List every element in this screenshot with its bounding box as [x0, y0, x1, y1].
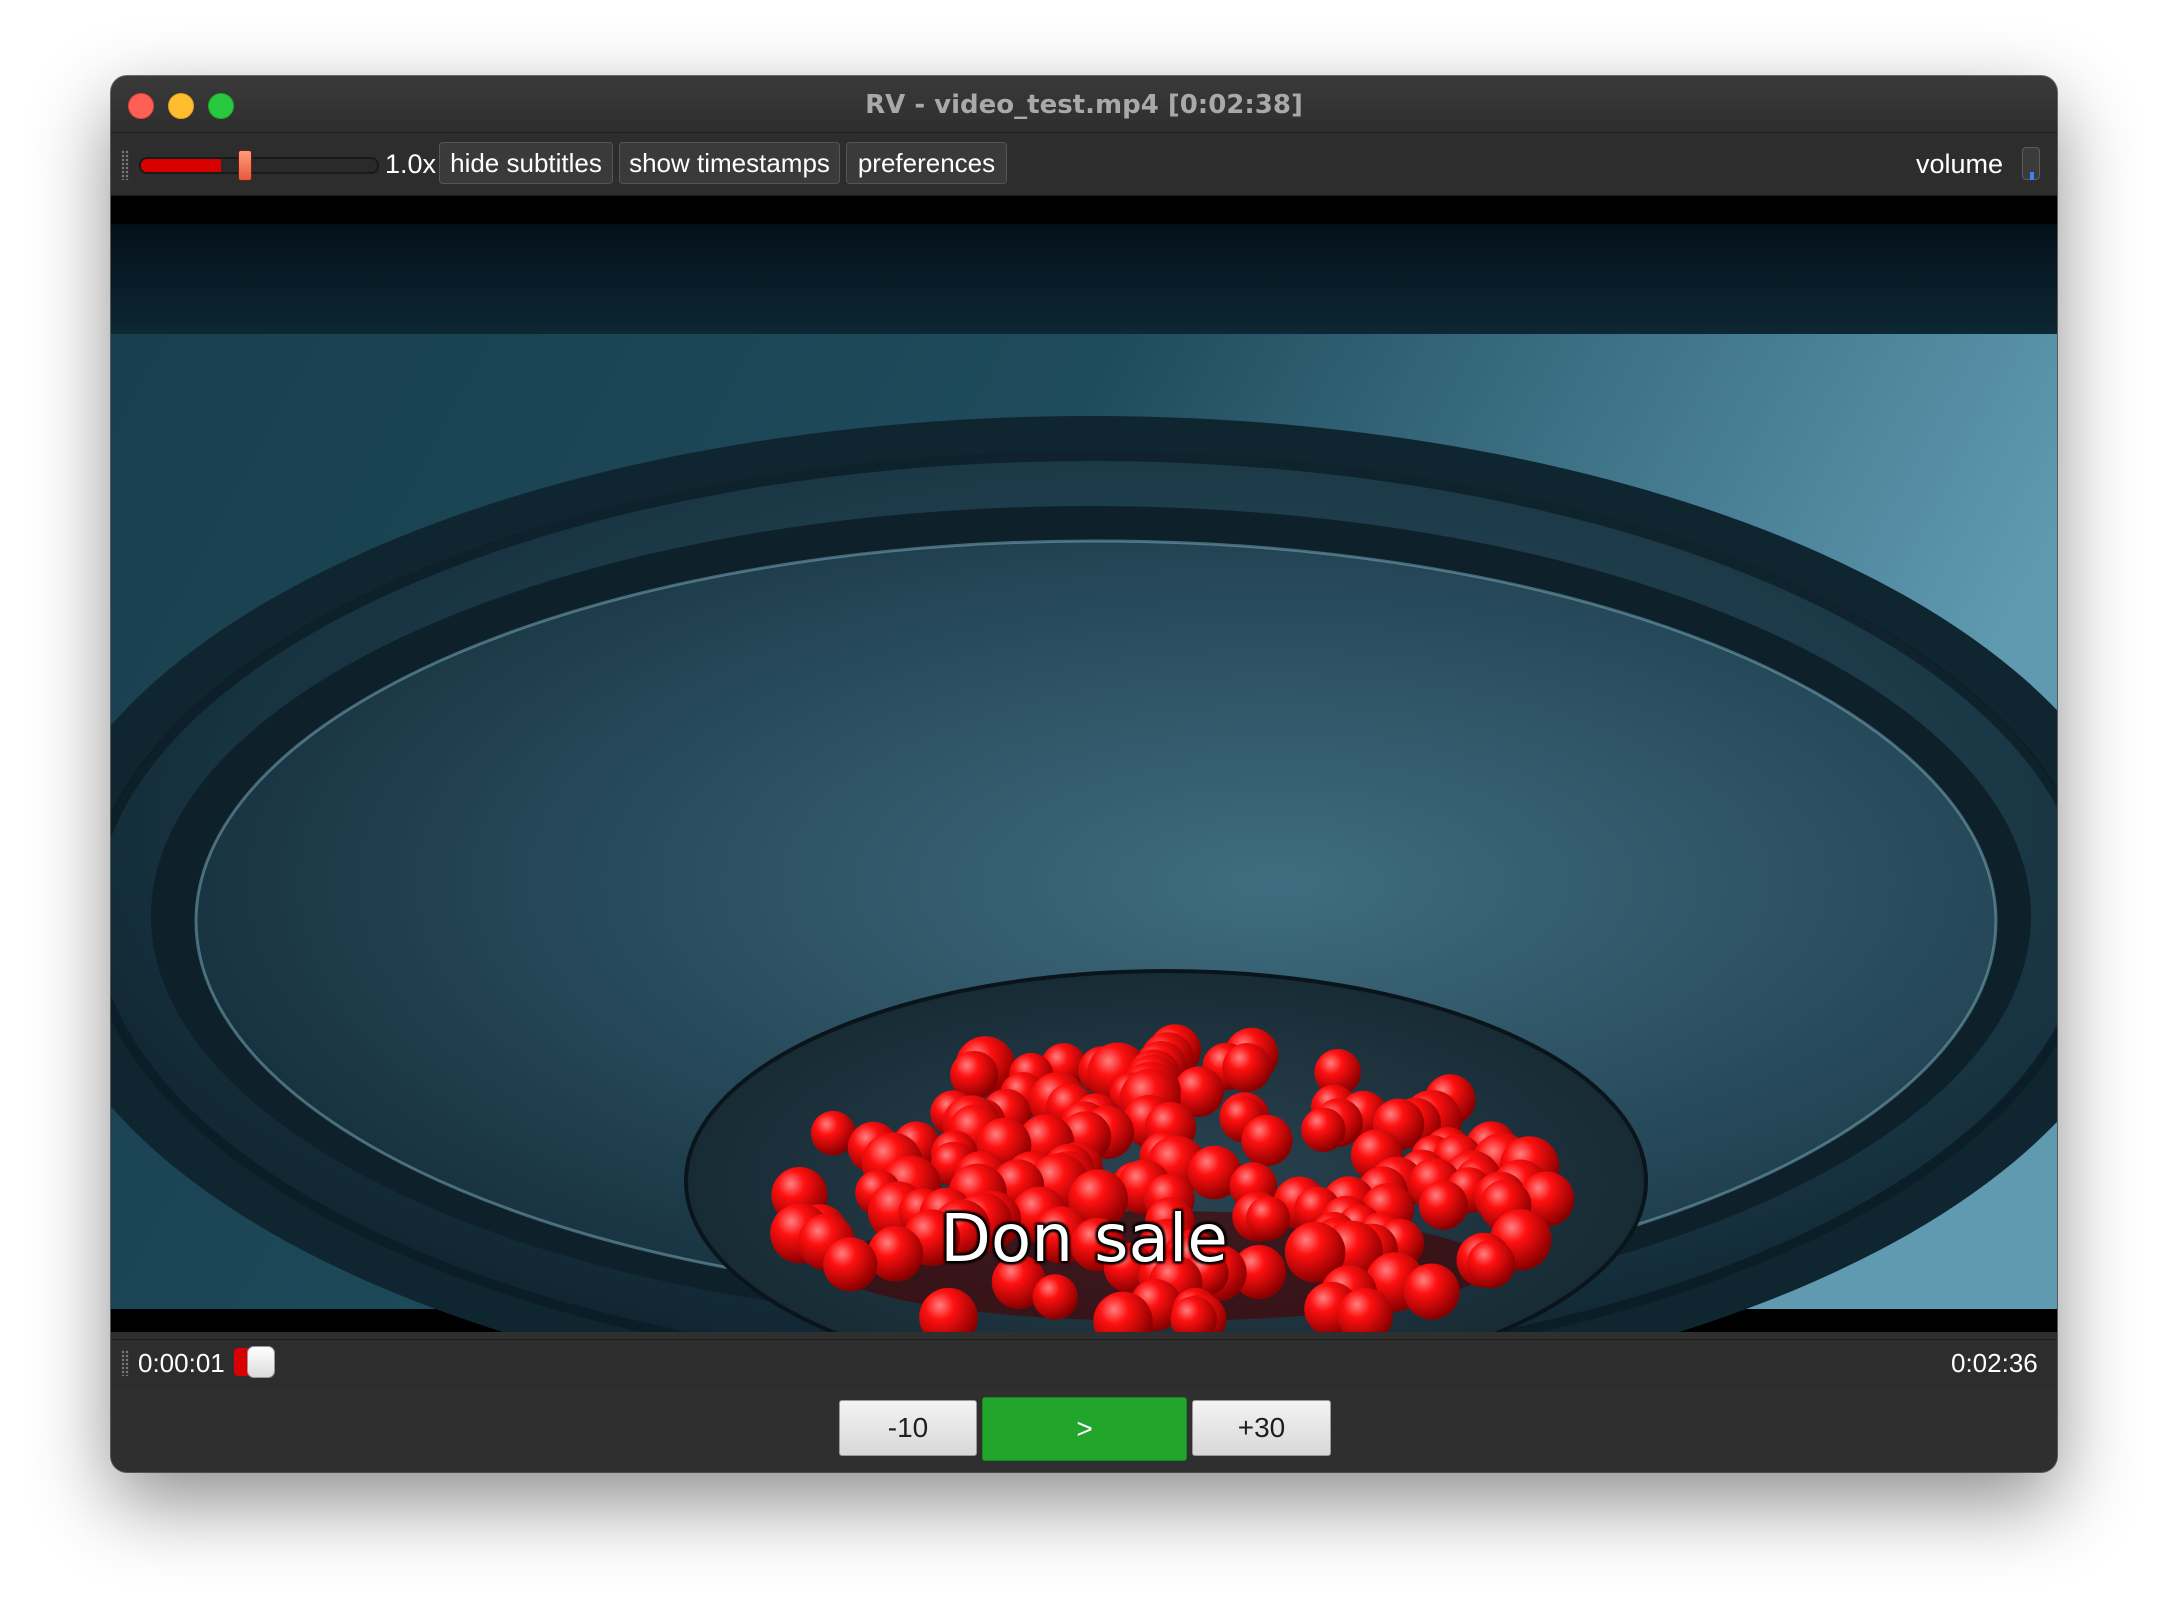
title-bar: RV - video_test.mp4 [0:02:38] — [111, 76, 2057, 133]
seekbar-grip-handle[interactable] — [121, 1350, 129, 1376]
preferences-button[interactable]: preferences — [846, 142, 1007, 184]
player-window: RV - video_test.mp4 [0:02:38] 1.0x hide … — [111, 76, 2057, 1472]
forward-30-button[interactable]: +30 — [1192, 1400, 1331, 1456]
red-bead — [1301, 1107, 1346, 1152]
video-frame[interactable] — [111, 196, 2057, 1416]
volume-slider-handle[interactable] — [2030, 172, 2034, 180]
toolbar-grip-handle[interactable] — [121, 150, 129, 180]
subtitle-text: Don sale — [940, 1200, 1228, 1277]
red-bead — [1222, 1043, 1272, 1092]
seek-progress-fill — [234, 1348, 248, 1376]
speed-label: 1.0x — [385, 149, 437, 179]
red-bead — [1032, 1274, 1078, 1320]
current-time-label: 0:00:01 — [138, 1348, 225, 1378]
red-bead — [1241, 1114, 1293, 1167]
seek-bar[interactable] — [111, 1339, 2057, 1389]
video-scene-image — [111, 196, 2057, 1416]
speed-slider[interactable] — [139, 157, 379, 174]
show-timestamps-button[interactable]: show timestamps — [619, 142, 840, 184]
volume-label: volume — [1916, 149, 2004, 179]
speed-slider-fill — [141, 159, 222, 172]
play-button[interactable]: > — [982, 1397, 1187, 1461]
seek-handle[interactable] — [247, 1346, 275, 1378]
rewind-10-button[interactable]: -10 — [839, 1400, 977, 1456]
window-title: RV - video_test.mp4 [0:02:38] — [865, 90, 1303, 120]
total-time-label: 0:02:36 — [1951, 1348, 2038, 1378]
speed-slider-handle[interactable] — [238, 150, 252, 181]
hide-subtitles-button[interactable]: hide subtitles — [439, 142, 613, 184]
